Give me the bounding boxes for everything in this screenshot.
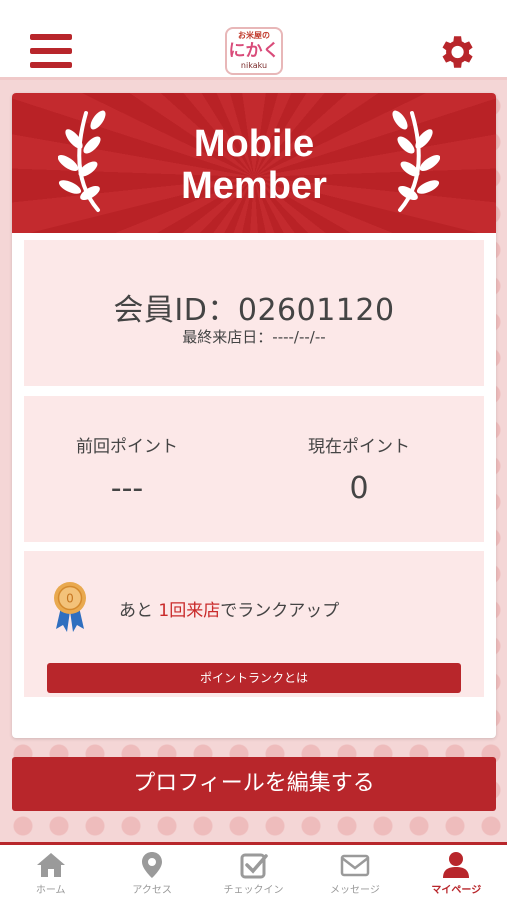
current-points: 現在ポイント 0 (244, 432, 474, 506)
home-icon (36, 853, 65, 877)
map-pin-icon (142, 852, 163, 878)
member-card: Mobile Member 会員ID：02601120 最終来店日：----/-… (12, 93, 496, 738)
tab-home-label: ホーム (35, 885, 66, 896)
rank-visits-remaining: 1回来店 (158, 601, 221, 621)
medal-icon: 0 (54, 582, 86, 632)
bottom-tab-bar: ホーム アクセス チェックイン メッセージ マイページ (0, 842, 507, 900)
gear-icon[interactable] (435, 31, 477, 73)
logo-line3: nikaku (240, 61, 268, 70)
member-info-panel: 会員ID：02601120 最終来店日：----/--/-- (24, 240, 484, 386)
current-points-label: 現在ポイント (308, 437, 410, 457)
previous-points: 前回ポイント --- (12, 432, 242, 506)
rank-text-after: でランクアップ (220, 601, 340, 621)
current-points-value: 0 (349, 471, 369, 506)
tab-checkin[interactable]: チェックイン (203, 845, 304, 900)
member-id: 会員ID：02601120 (113, 293, 395, 328)
hamburger-icon[interactable] (30, 34, 72, 68)
checkin-icon (240, 853, 268, 879)
rank-text-before: あと (119, 601, 159, 621)
user-icon (443, 852, 470, 878)
top-header: お米屋の にかく nikaku (0, 0, 507, 80)
tab-message-label: メッセージ (330, 885, 380, 896)
rank-up-message: あと 1回来店でランクアップ (119, 596, 339, 621)
logo-line1: お米屋の (238, 31, 270, 40)
edit-profile-button[interactable]: プロフィールを編集する (12, 757, 496, 811)
tab-access-label: アクセス (132, 885, 172, 896)
tab-mypage-label: マイページ (431, 885, 482, 896)
previous-points-label: 前回ポイント (76, 437, 178, 457)
rank-panel: 0 あと 1回来店でランクアップ ポイントランクとは (24, 551, 484, 697)
logo[interactable]: お米屋の にかく nikaku (225, 27, 283, 75)
tab-checkin-label: チェックイン (223, 885, 284, 896)
point-rank-info-button[interactable]: ポイントランクとは (47, 663, 461, 693)
envelope-icon (340, 854, 370, 877)
points-panel: 前回ポイント --- 現在ポイント 0 (24, 396, 484, 542)
tab-access[interactable]: アクセス (101, 845, 202, 900)
tab-home[interactable]: ホーム (0, 845, 101, 900)
logo-line2: にかく (228, 41, 280, 61)
tab-message[interactable]: メッセージ (304, 845, 405, 900)
previous-points-value: --- (110, 471, 144, 506)
svg-text:0: 0 (66, 592, 74, 606)
last-visit-date: 最終来店日：----/--/-- (182, 328, 326, 346)
tab-mypage[interactable]: マイページ (406, 845, 507, 900)
laurel-right-icon (392, 110, 440, 212)
member-banner: Mobile Member (12, 93, 496, 233)
